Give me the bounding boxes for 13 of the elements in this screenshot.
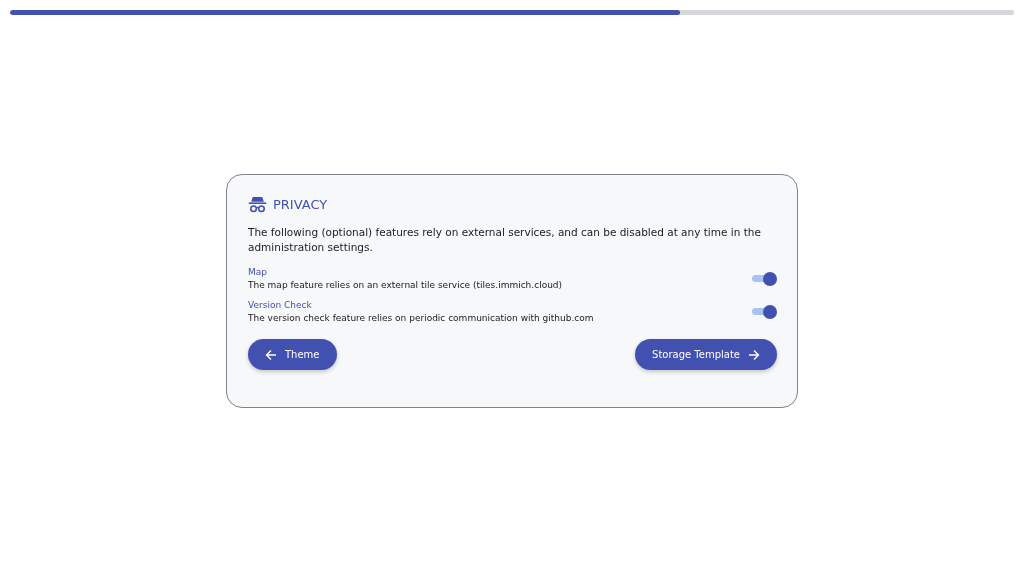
toggle-switch[interactable] [751,271,777,286]
setting-description: The map feature relies on an external tile service (tiles.immich.cloud) [248,280,563,290]
incognito-icon [248,195,267,213]
next-button[interactable]: Storage Template [635,339,777,370]
card-title: PRIVACY [273,196,328,212]
card-description: The following (optional) features rely on external services, and can be disabled at any time in the administration settings. [248,225,762,255]
back-button[interactable]: Theme [248,339,337,370]
toggle-switch[interactable] [751,304,777,319]
setting-label: Version Check [248,300,313,310]
setting-description: The version check feature relies on periodic communication with github.com [248,313,594,323]
setting-label: Map [248,267,268,277]
arrow-left-icon [265,348,277,361]
arrow-right-icon [748,348,760,361]
